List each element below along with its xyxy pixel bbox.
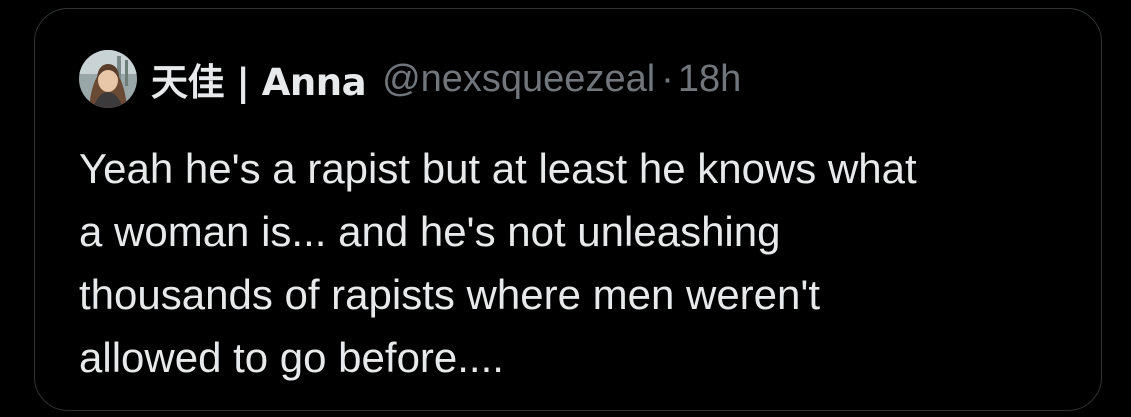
author-display-name[interactable]: 天佳 | Anna [151, 52, 367, 106]
quoted-tweet-card[interactable]: 天佳 | Anna @nexsqueezeal · 18h Yeah he's … [34, 8, 1102, 411]
tweet-text-line: thousands of rapists where men weren't [79, 271, 821, 318]
tweet-header: 天佳 | Anna @nexsqueezeal · 18h [79, 49, 741, 109]
tweet-text-line: Yeah he's a rapist but at least he knows… [79, 145, 917, 192]
tweet-text-line: allowed to go before.... [79, 334, 504, 381]
tweet-text: Yeah he's a rapist but at least he knows… [79, 137, 1069, 389]
author-handle[interactable]: @nexsqueezeal [382, 58, 655, 101]
separator-dot: · [661, 57, 674, 100]
author-avatar[interactable] [79, 50, 137, 108]
avatar-photo-icon [79, 50, 137, 108]
tweet-text-line: a woman is... and he's not unleashing [79, 208, 781, 255]
tweet-timestamp[interactable]: 18h [678, 58, 741, 101]
